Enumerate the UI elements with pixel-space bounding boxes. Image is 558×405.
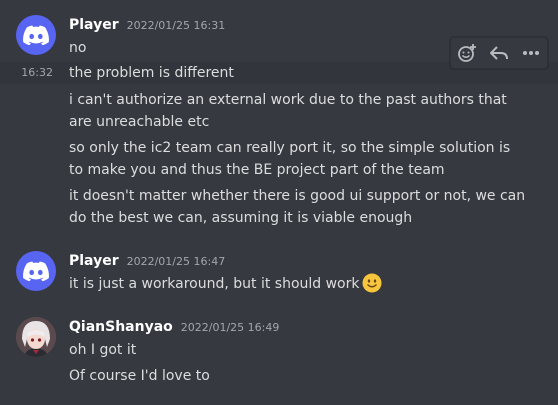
message-text: to make you and thus the BE project part… [69,162,445,178]
message-text: it doesn't matter whether there is good … [69,188,526,204]
timestamp[interactable]: 2022/01/25 16:31 [127,19,226,32]
reply-button[interactable] [486,40,512,66]
more-icon [523,51,539,55]
message-line: it is just a workaround, but it should w… [69,273,531,295]
add-reaction-icon [458,44,476,62]
username[interactable]: Player [69,17,119,33]
message-toolbar [450,37,548,69]
more-button[interactable] [518,40,544,66]
username[interactable]: Player [69,253,119,269]
timestamp[interactable]: 2022/01/25 16:47 [127,255,226,268]
message-text: are unreachable etc [69,114,210,130]
timestamp[interactable]: 2022/01/25 16:49 [181,321,280,334]
message-text: so only the ic2 team can really port it,… [69,140,511,156]
discord-logo-icon [23,25,49,45]
message-text: it is just a workaround, but it should w… [69,276,360,292]
avatar[interactable] [16,251,56,291]
hover-timestamp[interactable]: 16:32 [0,62,53,84]
discord-logo-icon [23,261,49,281]
slightly-smiling-face-icon[interactable] [362,273,382,293]
anime-avatar-image [16,317,56,357]
message-text: do the best we can, assuming it is viabl… [69,210,413,226]
avatar[interactable] [16,317,56,357]
add-reaction-button[interactable] [454,40,480,66]
message-text: Of course I'd love to [69,368,210,384]
message-text: oh I got it [69,342,137,358]
message-text: i can't authorize an external work due t… [69,92,507,108]
avatar[interactable] [16,15,56,55]
reply-icon [490,46,508,60]
username[interactable]: QianShanyao [69,319,173,335]
